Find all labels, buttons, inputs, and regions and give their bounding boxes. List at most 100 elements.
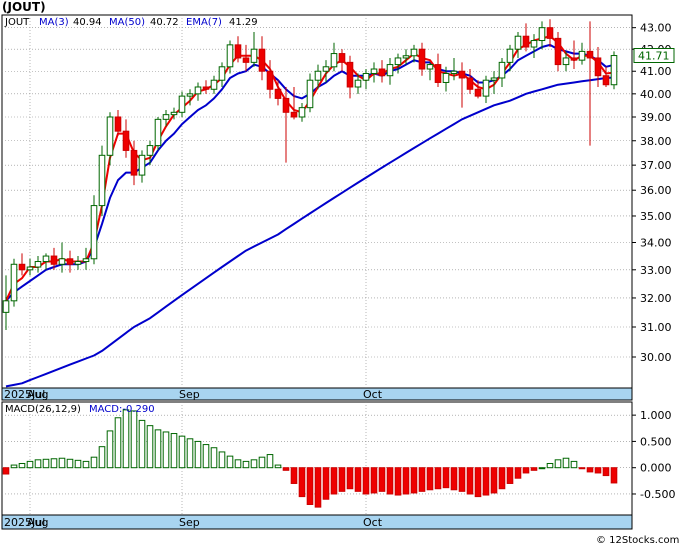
candle-body bbox=[98, 154, 106, 207]
macd-tick-label: 0.500 bbox=[640, 435, 672, 448]
macd-bar bbox=[58, 457, 66, 469]
candle-body bbox=[514, 35, 522, 50]
candle-body bbox=[314, 70, 322, 81]
candle-body bbox=[218, 66, 226, 81]
macd-bar bbox=[482, 467, 490, 496]
macd-x-label: Sep bbox=[179, 516, 200, 529]
candle-body bbox=[250, 48, 258, 63]
candle bbox=[10, 258, 18, 307]
candle-body bbox=[458, 70, 466, 79]
candle-body bbox=[242, 57, 250, 63]
candle-body bbox=[322, 66, 330, 72]
candle-body bbox=[10, 263, 18, 302]
candle-body bbox=[490, 77, 498, 81]
candle-body bbox=[306, 79, 314, 109]
macd-bar bbox=[562, 457, 570, 469]
price-tick-label: 32.00 bbox=[640, 292, 672, 305]
legend-ma50-value: 40.72 bbox=[150, 17, 179, 28]
price-tick-label: 33.00 bbox=[640, 264, 672, 277]
candle-body bbox=[386, 64, 394, 77]
macd-bar bbox=[466, 467, 474, 495]
macd-bar bbox=[314, 467, 322, 508]
price-tick-label: 43.00 bbox=[640, 22, 672, 35]
legend-ema7-name: EMA(7) bbox=[186, 17, 222, 28]
legend-symbol: JOUT bbox=[4, 17, 30, 28]
macd-x-label: Aug bbox=[27, 516, 48, 529]
candle-body bbox=[434, 64, 442, 83]
macd-bar bbox=[178, 435, 186, 469]
macd-bar bbox=[34, 459, 42, 469]
candle-body bbox=[426, 64, 434, 70]
candle-body bbox=[346, 61, 354, 88]
macd-bar bbox=[66, 458, 74, 469]
macd-bar bbox=[146, 425, 154, 469]
candle-body bbox=[178, 95, 186, 113]
candle-body bbox=[578, 50, 586, 61]
macd-bar bbox=[242, 460, 250, 469]
macd-bar bbox=[306, 467, 314, 505]
macd-bar bbox=[218, 451, 226, 469]
macd-bar bbox=[330, 467, 338, 495]
macd-bar bbox=[290, 467, 298, 484]
candle-body bbox=[50, 255, 58, 265]
candle-body bbox=[586, 50, 594, 59]
macd-tick-label: 0.000 bbox=[640, 462, 672, 475]
candle-body bbox=[554, 37, 562, 66]
macd-bar bbox=[346, 467, 354, 490]
legend-ma50-name: MA(50) bbox=[109, 17, 145, 28]
macd-bar bbox=[474, 467, 482, 498]
candle-body bbox=[290, 111, 298, 118]
macd-bar bbox=[98, 446, 106, 469]
macd-bar bbox=[10, 464, 18, 469]
candle-body bbox=[266, 70, 274, 90]
candle-body bbox=[106, 116, 114, 156]
macd-bar bbox=[370, 467, 378, 494]
legend-ma3-name: MA(3) bbox=[39, 17, 69, 28]
candle-body bbox=[282, 97, 290, 113]
macd-bar bbox=[202, 444, 210, 469]
macd-bar bbox=[298, 467, 306, 498]
candle-body bbox=[2, 300, 10, 313]
candle-body bbox=[66, 258, 74, 265]
macd-bar bbox=[490, 467, 498, 494]
candle-body bbox=[394, 57, 402, 66]
candle-body bbox=[562, 57, 570, 66]
macd-bar bbox=[90, 456, 98, 469]
price-tick-label: 36.00 bbox=[640, 184, 672, 197]
macd-bar bbox=[386, 467, 394, 495]
macd-bar bbox=[506, 467, 514, 484]
candle-body bbox=[402, 55, 410, 59]
candle-body bbox=[450, 70, 458, 74]
macd-bar bbox=[26, 460, 34, 469]
candle-body bbox=[226, 44, 234, 68]
macd-bar bbox=[170, 433, 178, 469]
macd-bar bbox=[602, 467, 610, 477]
macd-bar bbox=[130, 410, 138, 469]
candle-body bbox=[570, 57, 578, 61]
candle-body bbox=[18, 263, 26, 271]
macd-bar bbox=[234, 459, 242, 469]
macd-bar bbox=[250, 459, 258, 469]
macd-x-label: Oct bbox=[363, 516, 383, 529]
macd-bar bbox=[586, 467, 594, 473]
stock-chart: 30.00 31.00 32.00 33.00 34.00 35.00 36.00 37.00… bbox=[1, 0, 679, 546]
price-tick-label: 35.00 bbox=[640, 210, 672, 223]
price-tick-label: 38.00 bbox=[640, 135, 672, 148]
last-price-label: 41.71 bbox=[638, 50, 670, 63]
candle-body bbox=[194, 86, 202, 95]
candle-body bbox=[338, 53, 346, 63]
macd-bar bbox=[354, 467, 362, 492]
macd-bar bbox=[538, 467, 546, 470]
macd-bar bbox=[458, 467, 466, 492]
candle-body bbox=[410, 48, 418, 57]
candle-body bbox=[138, 154, 146, 176]
macd-bar bbox=[530, 467, 538, 471]
candle-body bbox=[26, 266, 34, 271]
macd-bar bbox=[274, 464, 282, 469]
macd-bar bbox=[282, 467, 290, 471]
candle-body bbox=[506, 48, 514, 63]
macd-bar bbox=[514, 467, 522, 479]
price-tick-label: 37.00 bbox=[640, 159, 672, 172]
candle-body bbox=[354, 79, 362, 88]
macd-bar bbox=[2, 467, 10, 475]
